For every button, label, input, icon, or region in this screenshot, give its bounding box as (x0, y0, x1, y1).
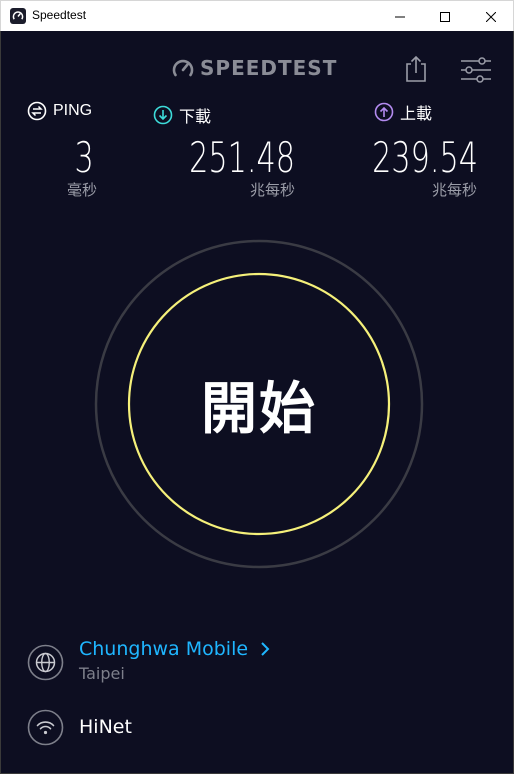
window-title: Speedtest (32, 8, 87, 22)
download-label: 下載 (179, 109, 212, 126)
share-icon (406, 55, 426, 82)
speedometer-icon (172, 59, 194, 77)
close-icon (486, 11, 496, 22)
speedtest-logo: SPEEDTEST (171, 56, 337, 80)
settings-sliders-icon (461, 57, 491, 83)
isp-name-link[interactable]: Chunghwa Mobile (79, 638, 248, 660)
upload-stat: 上載 (374, 100, 432, 124)
ping-unit: 毫秒 (67, 181, 98, 199)
title-bar: Speedtest (0, 0, 514, 31)
upload-label: 上載 (400, 106, 433, 123)
ping-value: 3 (74, 133, 94, 182)
network-name: HiNet (79, 716, 132, 738)
ping-label: PING (53, 102, 93, 119)
network-info: HiNet (27, 707, 487, 752)
settings-button[interactable] (459, 57, 493, 83)
upload-arrow-icon (374, 102, 394, 122)
wifi-icon (27, 709, 64, 746)
upload-unit: 兆每秒 (432, 181, 478, 199)
close-button[interactable] (468, 1, 514, 32)
provider-info[interactable]: Chunghwa Mobile Taipei (27, 636, 487, 696)
upload-value: 239.54 (372, 133, 478, 182)
download-arrow-icon (153, 105, 173, 125)
chevron-right-icon (261, 642, 270, 656)
go-button[interactable]: 開始 (94, 239, 424, 569)
maximize-button[interactable] (422, 1, 468, 32)
minimize-icon (395, 16, 405, 17)
minimize-button[interactable] (377, 1, 423, 32)
ping-stat: PING (27, 101, 92, 121)
app-body: SPEEDTEST PING 3 毫秒 下載 251.48 兆每秒 上載 239… (1, 31, 513, 773)
speedtest-app-icon (10, 8, 26, 24)
go-button-label: 開始 (201, 376, 317, 442)
ping-icon (27, 101, 47, 121)
maximize-icon (440, 11, 450, 22)
isp-location: Taipei (79, 664, 125, 683)
download-value: 251.48 (189, 133, 295, 182)
share-button[interactable] (404, 55, 428, 83)
logo-text: SPEEDTEST (200, 56, 338, 80)
download-stat: 下載 (153, 103, 211, 127)
globe-icon (27, 644, 64, 681)
download-unit: 兆每秒 (250, 181, 296, 199)
